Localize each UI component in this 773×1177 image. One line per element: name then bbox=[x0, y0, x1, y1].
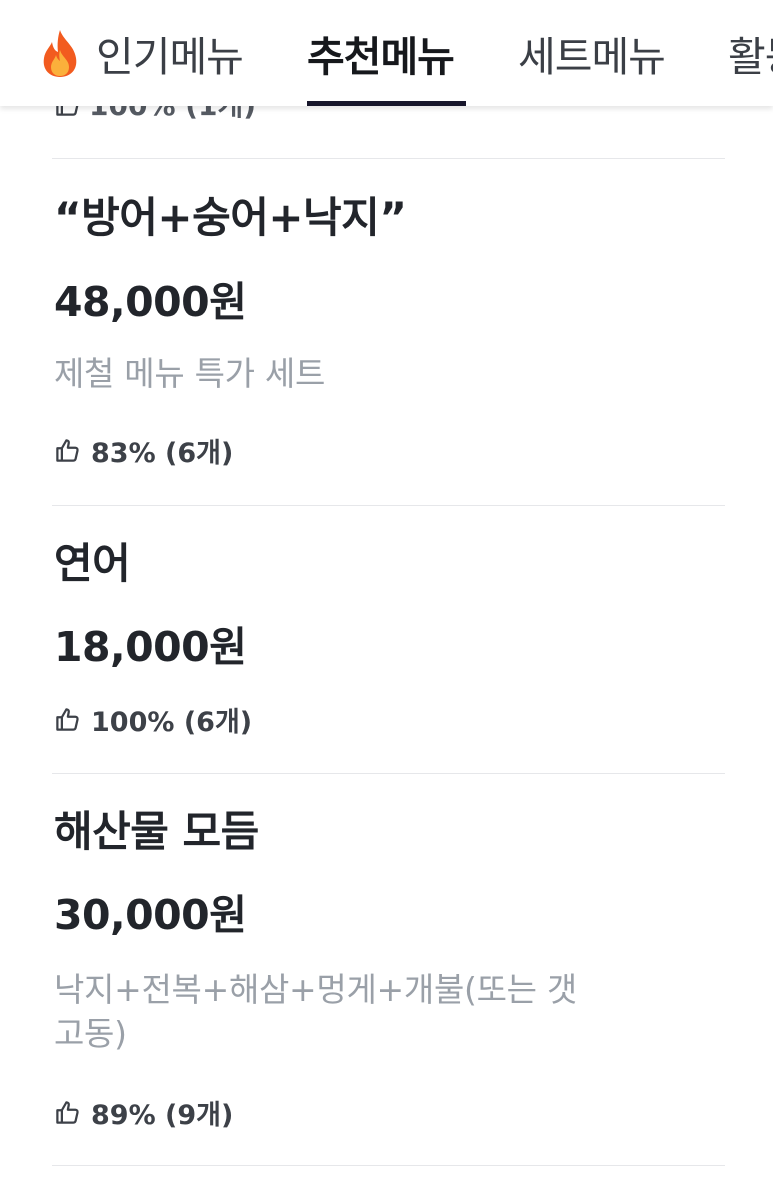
tab-label: 세트메뉴 bbox=[518, 33, 666, 81]
thumbs-up-icon bbox=[56, 1101, 79, 1124]
fire-icon bbox=[43, 30, 77, 77]
divider bbox=[52, 158, 725, 159]
menu-item-name: “방어+숭어+낙지” bbox=[54, 193, 407, 242]
tab-activity[interactable]: 활동 bbox=[728, 0, 773, 106]
rating-text: 100% (6개) bbox=[91, 707, 253, 738]
rating-text: 89% (9개) bbox=[91, 1100, 234, 1131]
menu-item-price: 48,000원 bbox=[54, 278, 247, 326]
thumbs-up-icon bbox=[56, 439, 79, 462]
divider bbox=[52, 1165, 725, 1166]
rating-text: 83% (6개) bbox=[91, 438, 234, 469]
menu-item-price: 30,000원 bbox=[54, 891, 247, 939]
thumbs-up-icon bbox=[56, 708, 79, 731]
divider bbox=[52, 505, 725, 506]
tab-label: 활동 bbox=[728, 33, 773, 81]
tab-recommended-menu[interactable]: 추천메뉴 bbox=[307, 0, 455, 106]
tab-label: 추천메뉴 bbox=[307, 33, 455, 81]
menu-item-rating: 83% (6개) bbox=[54, 431, 233, 470]
tab-label: 인기메뉴 bbox=[96, 33, 244, 81]
menu-item-rating: 100% (6개) bbox=[54, 700, 252, 739]
divider bbox=[52, 773, 725, 774]
menu-item-price: 18,000원 bbox=[54, 623, 247, 671]
tab-set-menu[interactable]: 세트메뉴 bbox=[518, 0, 666, 106]
tab-popular-menu[interactable]: 인기메뉴 bbox=[38, 0, 244, 106]
menu-item-rating: 89% (9개) bbox=[54, 1093, 233, 1132]
active-tab-indicator bbox=[307, 101, 466, 106]
menu-item-description: 낙지+전복+해삼+멍게+개불(또는 갯고동) bbox=[54, 970, 577, 1053]
category-tab-bar: 인기메뉴 추천메뉴 세트메뉴 활동 bbox=[0, 0, 773, 106]
menu-item-description: 제철 메뉴 특가 세트 bbox=[54, 354, 326, 393]
menu-item-name: 연어 bbox=[54, 539, 131, 588]
menu-item-name: 해산물 모듬 bbox=[54, 807, 259, 856]
